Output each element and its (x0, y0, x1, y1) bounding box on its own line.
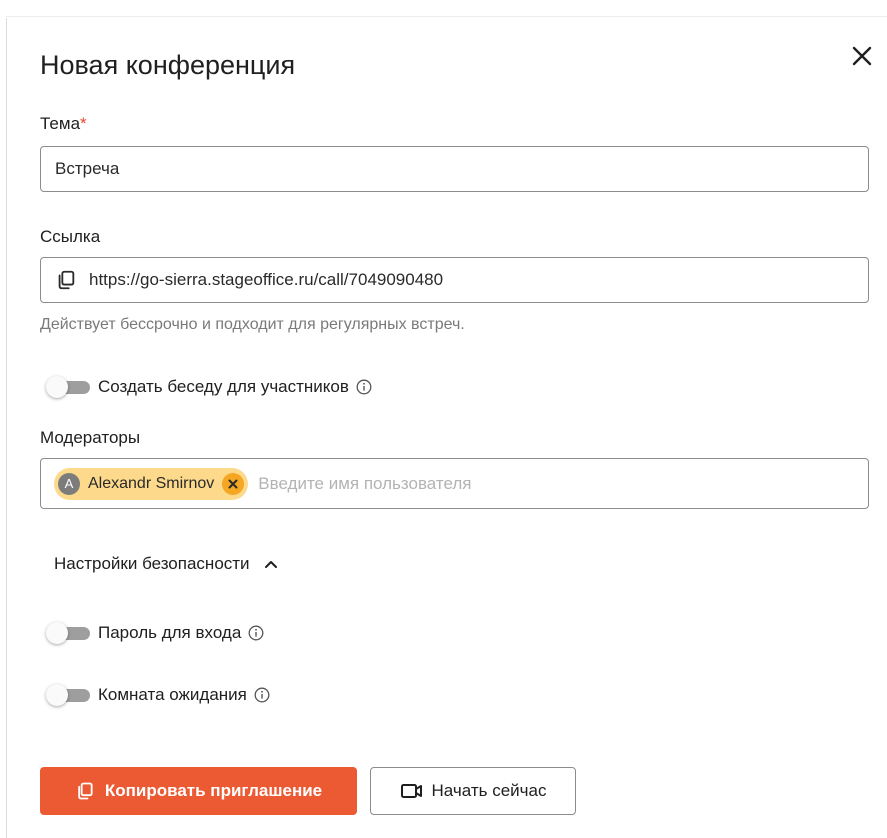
link-field[interactable]: https://go-sierra.stageoffice.ru/call/70… (40, 257, 869, 303)
topic-label-text: Тема (40, 114, 81, 133)
topic-value[interactable]: Встреча (55, 159, 119, 179)
link-value: https://go-sierra.stageoffice.ru/call/70… (89, 270, 444, 289)
security-settings-toggle[interactable]: Настройки безопасности (54, 554, 278, 574)
waiting-room-switch[interactable] (44, 684, 94, 706)
moderator-search-input[interactable] (258, 473, 868, 494)
create-chat-toggle-row[interactable]: Создать беседу для участников (44, 374, 372, 400)
remove-moderator-button[interactable] (222, 472, 245, 495)
copy-icon[interactable] (55, 269, 77, 291)
chevron-up-icon (264, 559, 278, 569)
info-icon[interactable] (254, 687, 270, 703)
video-camera-icon (400, 782, 424, 800)
switch-knob (46, 622, 68, 644)
topic-label: Тема* (40, 114, 87, 134)
switch-knob (46, 684, 68, 706)
start-now-label: Начать сейчас (431, 781, 547, 800)
copy-invitation-label: Копировать приглашение (104, 781, 323, 800)
password-label: Пароль для входа (98, 623, 242, 642)
copy-invitation-button[interactable]: Копировать приглашение (40, 767, 357, 815)
avatar: A (58, 472, 80, 495)
start-now-button[interactable]: Начать сейчас (370, 767, 576, 815)
new-conference-dialog: Новая конференция Тема* Встреча Ссылка h… (0, 0, 887, 838)
security-settings-header: Настройки безопасности (54, 554, 250, 573)
waiting-room-label: Комната ожидания (98, 685, 247, 704)
moderators-label: Модераторы (40, 428, 141, 447)
info-icon[interactable] (356, 379, 372, 395)
close-button[interactable] (846, 40, 878, 72)
password-toggle-row[interactable]: Пароль для входа (44, 620, 264, 646)
topic-field[interactable]: Встреча (40, 146, 869, 192)
switch-knob (46, 376, 68, 398)
create-chat-label: Создать беседу для участников (98, 377, 349, 396)
moderators-field[interactable]: A Alexandr Smirnov (40, 458, 869, 509)
close-icon (852, 46, 872, 66)
moderator-name: Alexandr Smirnov (88, 474, 215, 492)
password-switch[interactable] (44, 622, 94, 644)
create-chat-switch[interactable] (44, 376, 94, 398)
close-icon (228, 479, 238, 488)
link-hint: Действует бессрочно и подходит для регул… (40, 316, 465, 333)
copy-icon (75, 781, 95, 801)
moderator-chip: A Alexandr Smirnov (54, 467, 249, 500)
dialog-top-border (6, 16, 887, 17)
link-label: Ссылка (40, 227, 101, 246)
dialog-left-border (6, 18, 7, 838)
info-icon[interactable] (248, 625, 264, 641)
dialog-title: Новая конференция (40, 50, 296, 80)
required-mark: * (80, 114, 87, 133)
waiting-room-toggle-row[interactable]: Комната ожидания (44, 682, 270, 708)
